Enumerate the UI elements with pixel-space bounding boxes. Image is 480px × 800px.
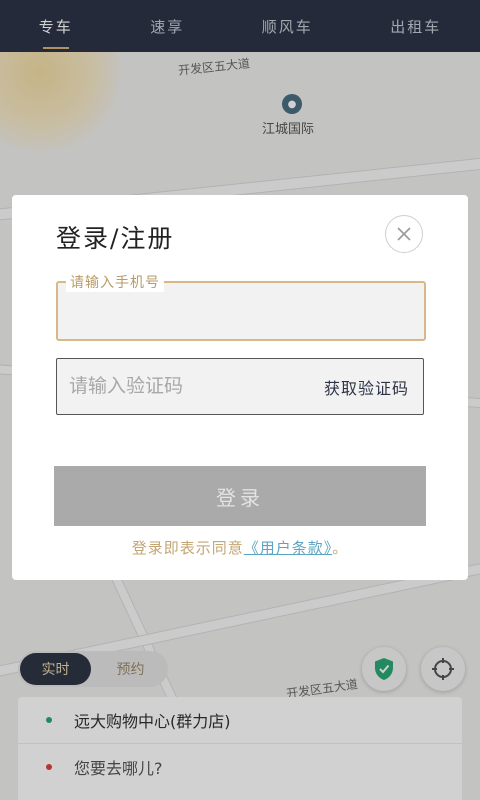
terms-suffix: 。: [332, 539, 349, 557]
close-icon: [397, 227, 411, 241]
terms-link[interactable]: 《用户条款》: [244, 539, 333, 557]
phone-field-label: 请输入手机号: [66, 272, 164, 292]
login-button[interactable]: 登录: [54, 466, 426, 526]
terms-prefix: 登录即表示同意: [131, 539, 244, 557]
verification-code-input[interactable]: [57, 358, 324, 415]
code-field: 获取验证码: [56, 358, 424, 415]
terms-notice: 登录即表示同意《用户条款》。: [12, 537, 468, 558]
get-code-button[interactable]: 获取验证码: [324, 375, 423, 399]
close-button[interactable]: [385, 215, 423, 253]
modal-title: 登录/注册: [56, 224, 175, 253]
login-modal: 登录/注册 请输入手机号 获取验证码 登录 登录即表示同意《用户条款》。: [12, 195, 468, 580]
phone-field: 请输入手机号: [56, 272, 426, 341]
